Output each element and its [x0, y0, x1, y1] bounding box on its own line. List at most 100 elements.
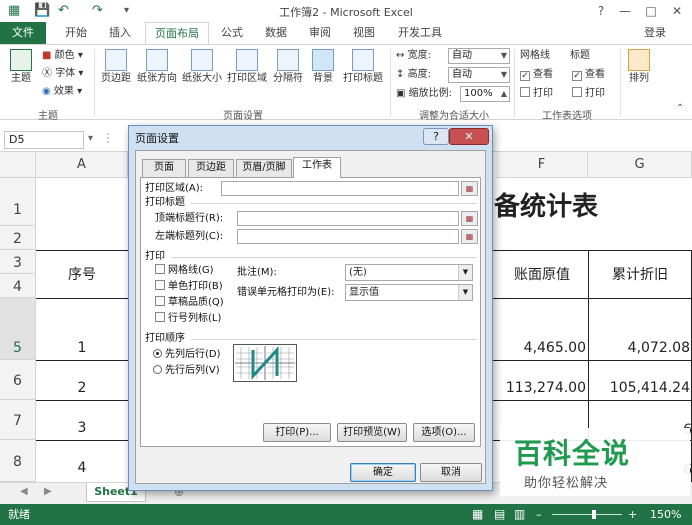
tab-home[interactable]: 开始 [56, 22, 96, 44]
cancel-button[interactable]: 取消 [420, 463, 482, 482]
login-link[interactable]: 登录 [638, 22, 672, 44]
margins-button[interactable]: 页边距 [98, 49, 134, 85]
over-then-down-radio[interactable]: 先行后列(V) [153, 364, 220, 378]
gridlines-view-checkbox[interactable]: ✓ 查看 [520, 68, 553, 82]
select-all-corner[interactable] [0, 152, 36, 178]
g5-value[interactable]: 4,072.08 [590, 340, 690, 356]
comments-select[interactable]: (无) ▼ [345, 264, 473, 281]
page-layout-view-icon[interactable]: ▤ [494, 504, 505, 525]
prev-sheet-icon[interactable]: ◀ [20, 486, 28, 497]
width-icon: ↔ [396, 50, 405, 61]
print-titles-button[interactable]: 打印标题 [340, 49, 386, 85]
column-header-g[interactable]: G [588, 152, 692, 178]
tab-review[interactable]: 审阅 [302, 22, 338, 44]
header-accum-depreciation: 累计折旧 [612, 267, 668, 283]
height-select[interactable]: 自动 ▼ [448, 67, 510, 83]
column-header-a[interactable]: A [36, 152, 128, 178]
row-header-3[interactable]: 3 [0, 250, 36, 274]
print-area-button[interactable]: 打印区域 [225, 49, 269, 85]
row-header-4[interactable]: 4 [0, 274, 36, 298]
serial-1[interactable]: 1 [36, 340, 128, 356]
row-header-8[interactable]: 8 [0, 440, 36, 482]
options-button[interactable]: 选项(O)... [413, 423, 475, 442]
help-button[interactable]: ? [588, 0, 614, 22]
serial-3[interactable]: 3 [36, 420, 128, 436]
margins-icon [105, 49, 127, 71]
f6-value[interactable]: 113,274.00 [496, 380, 586, 396]
zoom-level[interactable]: 150% [650, 504, 681, 525]
range-picker-icon[interactable]: ▦ [461, 229, 478, 244]
theme-colors-button[interactable]: ■ 颜色 ▾ [42, 49, 83, 63]
headings-view-checkbox[interactable]: ✓ 查看 [572, 68, 605, 82]
row-header-5[interactable]: 5 [0, 298, 36, 360]
g6-value[interactable]: 105,414.24 [590, 380, 690, 396]
theme-fonts-button[interactable]: Ⓧ 字体 ▾ [42, 67, 83, 81]
gridlines-print-checkbox[interactable]: 打印 [520, 87, 553, 101]
headings-heading: 标题 [570, 50, 590, 61]
print-area-input[interactable] [221, 181, 459, 196]
dialog-close-button[interactable]: ✕ [449, 128, 489, 145]
serial-2[interactable]: 2 [36, 380, 128, 396]
arrange-button[interactable]: 排列 [624, 49, 654, 85]
arrange-icon [628, 49, 650, 71]
left-cols-input[interactable] [237, 229, 459, 244]
tab-file[interactable]: 文件 [0, 22, 46, 44]
row-header-1[interactable]: 1 [0, 178, 36, 226]
width-select[interactable]: 自动 ▼ [448, 48, 510, 64]
tab-formulas[interactable]: 公式 [214, 22, 250, 44]
tab-insert[interactable]: 插入 [100, 22, 140, 44]
row-header-7[interactable]: 7 [0, 400, 36, 440]
restore-button[interactable]: □ [638, 0, 664, 22]
dialog-tab-margins[interactable]: 页边距 [188, 159, 234, 177]
tab-page-layout[interactable]: 页面布局 [145, 22, 209, 45]
zoom-slider-thumb[interactable] [592, 510, 596, 519]
minimize-button[interactable]: — [612, 0, 638, 22]
background-button[interactable]: 背景 [308, 49, 338, 85]
dialog-tab-header-footer[interactable]: 页眉/页脚 [236, 159, 292, 177]
themes-button[interactable]: 主题 [6, 49, 36, 85]
scale-icon: ▣ [396, 88, 406, 99]
dialog-tab-sheet[interactable]: 工作表 [293, 157, 341, 178]
range-picker-icon[interactable]: ▦ [461, 211, 478, 226]
close-button[interactable]: ✕ [664, 0, 690, 22]
breaks-button[interactable]: 分隔符 [270, 49, 306, 85]
page-break-view-icon[interactable]: ▥ [514, 504, 525, 525]
print-button[interactable]: 打印(P)... [263, 423, 331, 442]
ok-button[interactable]: 确定 [350, 463, 416, 482]
zoom-slider[interactable] [552, 514, 622, 515]
draft-quality-checkbox[interactable]: 草稿品质(Q) [155, 296, 224, 310]
zoom-out-icon[interactable]: – [536, 504, 542, 525]
radio-icon [153, 365, 162, 374]
theme-effects-button[interactable]: ◉ 效果 ▾ [42, 85, 82, 99]
scale-input[interactable]: 100% ▲ [460, 86, 510, 102]
headings-print-checkbox[interactable]: 打印 [572, 87, 605, 101]
radio-selected-icon [153, 349, 162, 358]
next-sheet-icon[interactable]: ▶ [44, 486, 52, 497]
top-rows-input[interactable] [237, 211, 459, 226]
size-button[interactable]: 纸张大小 [180, 49, 224, 85]
group-label-themes: 主题 [38, 111, 58, 122]
tab-developer[interactable]: 开发工具 [392, 22, 448, 44]
collapse-ribbon-icon[interactable]: ⌃ [676, 103, 684, 114]
serial-4[interactable]: 4 [36, 460, 128, 476]
row-header-6[interactable]: 6 [0, 360, 36, 400]
dialog-help-button[interactable]: ? [423, 128, 449, 145]
name-box[interactable]: D5 [4, 131, 84, 149]
dialog-tab-page[interactable]: 页面 [142, 159, 186, 177]
tab-data[interactable]: 数据 [258, 22, 294, 44]
f5-value[interactable]: 4,465.00 [496, 340, 586, 356]
range-picker-icon[interactable]: ▦ [461, 181, 478, 196]
column-header-f[interactable]: F [496, 152, 588, 178]
name-box-dropdown-icon[interactable]: ▾ [88, 133, 93, 144]
zoom-in-icon[interactable]: + [628, 504, 637, 525]
row-header-2[interactable]: 2 [0, 226, 36, 250]
errors-select[interactable]: 显示值 ▼ [345, 284, 473, 301]
gridlines-checkbox[interactable]: 网格线(G) [155, 264, 214, 278]
down-then-over-radio[interactable]: 先列后行(D) [153, 348, 221, 362]
print-preview-button[interactable]: 打印预览(W) [337, 423, 407, 442]
row-col-headings-checkbox[interactable]: 行号列标(L) [155, 312, 221, 326]
tab-view[interactable]: 视图 [346, 22, 382, 44]
orientation-button[interactable]: 纸张方向 [135, 49, 179, 85]
normal-view-icon[interactable]: ▦ [472, 504, 483, 525]
black-white-checkbox[interactable]: 单色打印(B) [155, 280, 223, 294]
